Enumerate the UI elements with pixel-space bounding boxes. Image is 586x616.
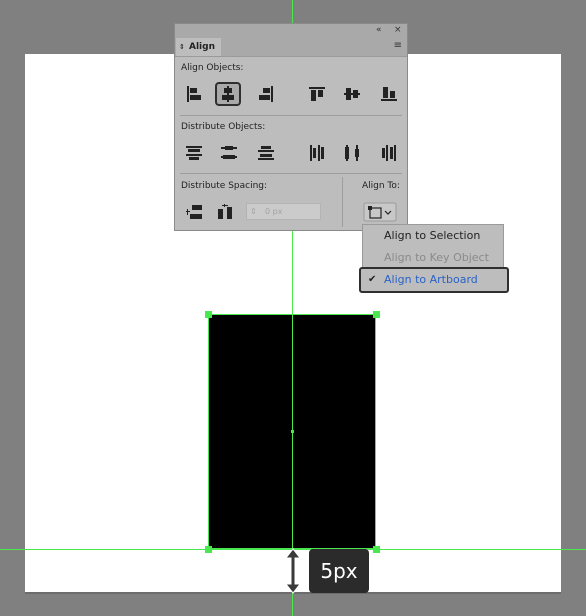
tab-align-label: Align [189, 42, 215, 52]
spacing-stepper-icon[interactable]: ⇕ [250, 204, 257, 219]
horizontal-distribute-space-icon[interactable] [211, 200, 239, 224]
vertical-distribute-top-icon[interactable] [180, 141, 208, 165]
align-to-label: Align To: [362, 181, 400, 191]
section-vertical-divider [342, 177, 343, 227]
panel-tab-bar: ⇕ Align ≡ [175, 36, 407, 57]
vertical-distribute-center-icon[interactable] [215, 141, 243, 165]
vertical-distribute-bottom-icon[interactable] [252, 141, 280, 165]
horizontal-align-center-icon[interactable] [215, 82, 241, 106]
selection-handle-top-left[interactable] [205, 311, 212, 318]
menu-item-align-to-key-object[interactable]: Align to Key Object [363, 248, 503, 268]
horizontal-distribute-left-icon[interactable] [303, 141, 331, 165]
horizontal-align-right-icon[interactable] [252, 82, 280, 106]
double-arrow-icon [283, 548, 303, 594]
close-panel-icon[interactable]: × [394, 24, 402, 36]
horizontal-distribute-right-icon[interactable] [375, 141, 403, 165]
menu-item-align-to-selection[interactable]: Align to Selection [363, 226, 503, 246]
tab-align[interactable]: ⇕ Align [176, 38, 221, 56]
selection-handle-top-right[interactable] [373, 311, 380, 318]
collapse-panel-icon[interactable]: « [376, 24, 382, 36]
section-divider [180, 115, 402, 116]
measurement-label: 5px [309, 549, 369, 593]
distribute-spacing-input[interactable]: ⇕ 0 px [246, 203, 321, 220]
spacing-value: 0 px [265, 207, 283, 216]
tab-expand-arrows-icon: ⇕ [179, 43, 185, 51]
vertical-distribute-space-icon[interactable] [180, 200, 208, 224]
align-to-menu: Align to Selection Align to Key Object ✔… [359, 224, 509, 293]
section-divider [180, 173, 402, 174]
vertical-align-top-icon[interactable] [303, 82, 331, 106]
checkmark-icon: ✔ [368, 274, 377, 285]
vertical-align-center-icon[interactable] [338, 82, 366, 106]
menu-item-align-to-artboard[interactable]: ✔ Align to Artboard [359, 267, 509, 293]
horizontal-distribute-center-icon[interactable] [338, 141, 366, 165]
align-panel: « × ⇕ Align ≡ Align Objects: Distribute … [174, 23, 408, 231]
align-objects-label: Align Objects: [181, 63, 244, 73]
distribute-spacing-label: Distribute Spacing: [181, 181, 268, 191]
panel-menu-icon[interactable]: ≡ [394, 40, 402, 52]
panel-title-bar[interactable]: « × [175, 24, 407, 36]
horizontal-align-left-icon[interactable] [180, 82, 208, 106]
distribute-objects-label: Distribute Objects: [181, 122, 266, 132]
vertical-align-bottom-icon[interactable] [375, 82, 403, 106]
align-to-dropdown-button[interactable] [363, 202, 397, 222]
